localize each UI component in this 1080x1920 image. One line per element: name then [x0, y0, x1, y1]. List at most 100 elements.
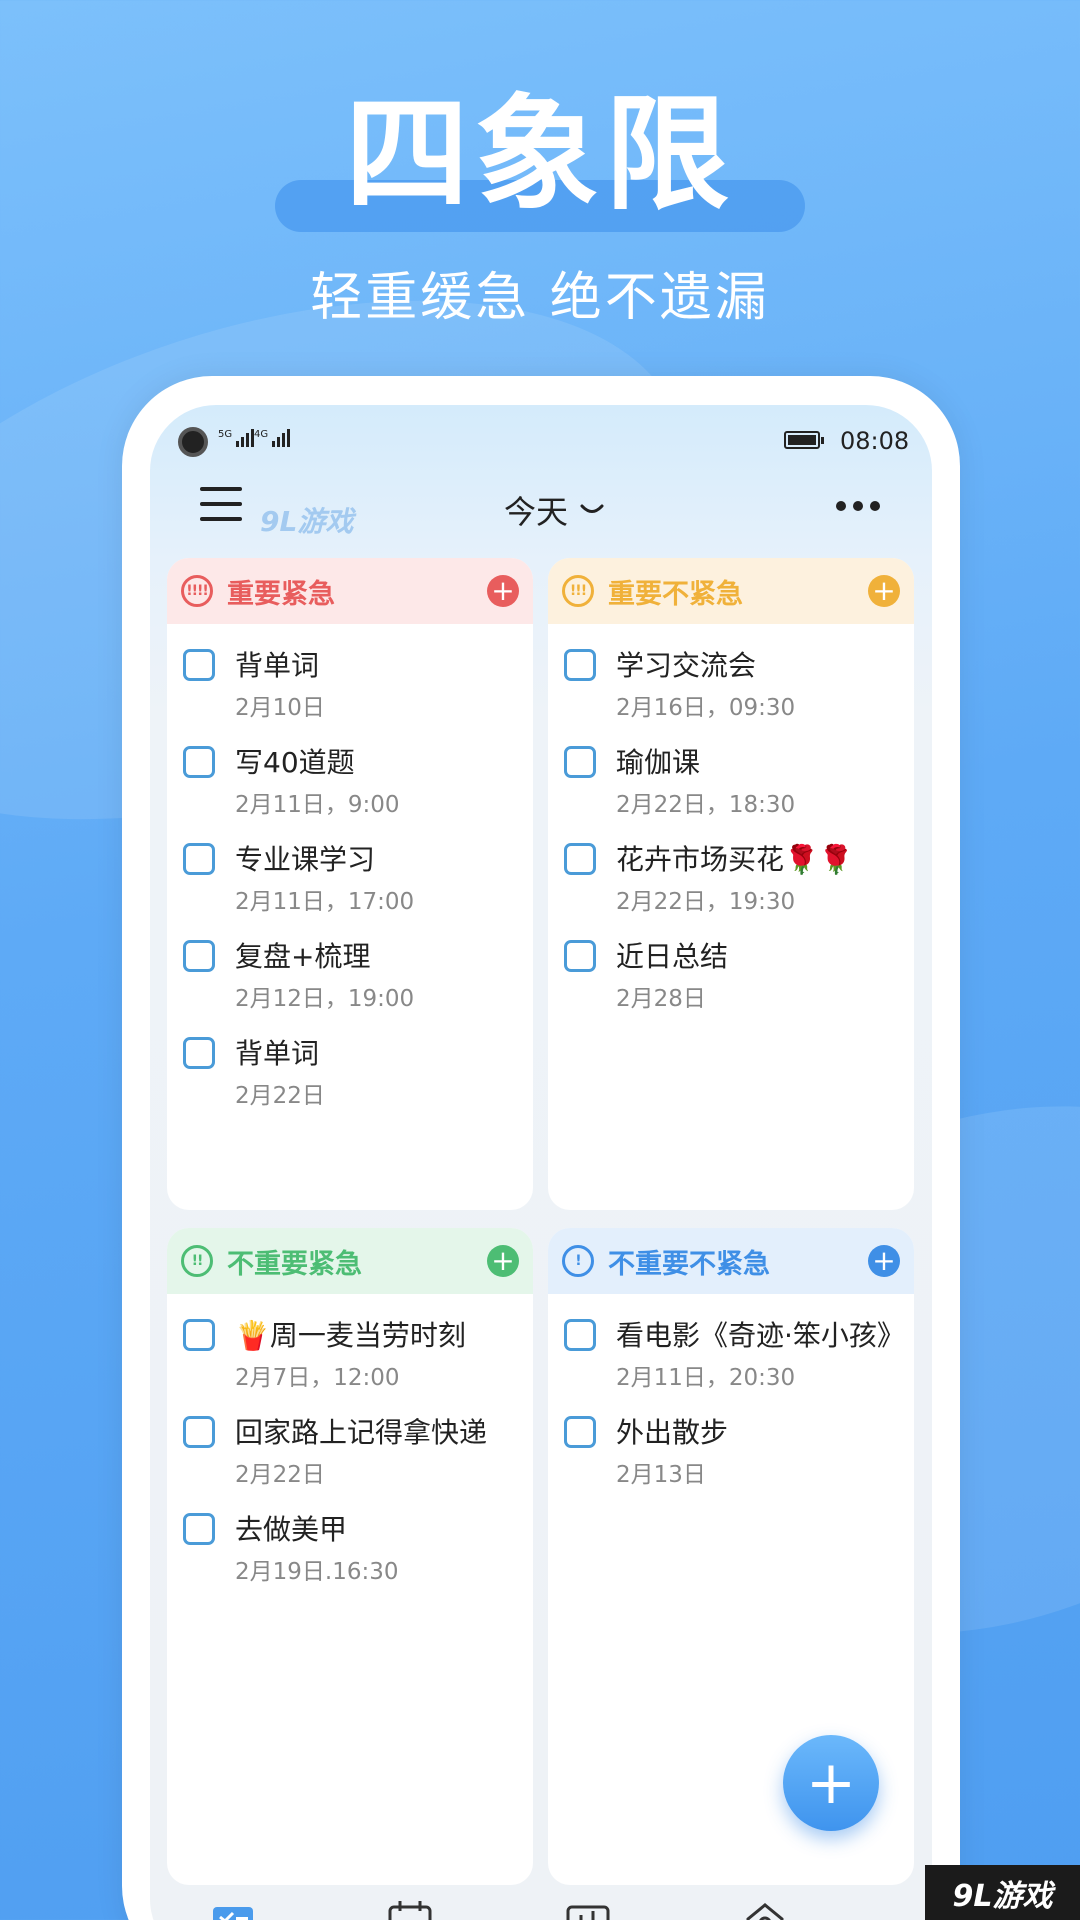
add-task-button[interactable]: + — [783, 1735, 879, 1831]
task-title: 背单词 — [235, 1037, 320, 1070]
task-date: 2月19日.16:30 — [235, 1559, 399, 1585]
task-checkbox[interactable] — [183, 1037, 215, 1069]
task-title: 学习交流会 — [616, 649, 757, 682]
quadrant-title: 不重要不紧急 — [608, 1248, 770, 1280]
task-date: 2月10日 — [235, 695, 325, 721]
task-checkbox[interactable] — [183, 843, 215, 875]
task-title: 去做美甲 — [235, 1513, 348, 1546]
add-task-icon[interactable]: + — [487, 575, 519, 607]
task-item[interactable]: 🍟周一麦当劳时刻 2月7日，12:00 — [167, 1298, 533, 1395]
bottom-navigation — [150, 1897, 932, 1920]
hamburger-menu-icon[interactable] — [200, 487, 242, 521]
task-checkbox[interactable] — [564, 843, 596, 875]
task-title: 花卉市场买花🌹🌹 — [616, 843, 854, 876]
promo-subtitle: 轻重缓急 绝不遗漏 — [310, 268, 770, 328]
view-selector[interactable]: 今天 — [504, 487, 604, 533]
task-list: 背单词 2月10日写40道题 2月11日，9:00 专业课学习 2月11日，17:00 复… — [167, 624, 533, 1113]
priority-icon: ! — [562, 1245, 594, 1277]
task-date: 2月11日，20:30 — [616, 1365, 796, 1391]
task-date: 2月22日，19:30 — [616, 889, 796, 915]
quadrant-not-important-urgent: !! 不重要紧急 + 🍟周一麦当劳时刻 2月7日，12:00 回家路上记得拿快递 2月22日… — [167, 1228, 533, 1885]
corner-watermark: 9L游戏 — [925, 1865, 1080, 1920]
status-time: 08:08 — [840, 427, 910, 455]
quadrant-important-urgent: !!!! 重要紧急 + 背单词 2月10日写40道题 2月11日，9:00 专业课学习 2月1… — [167, 558, 533, 1210]
task-checkbox[interactable] — [183, 1513, 215, 1545]
promo-title: 四象限 — [344, 83, 735, 227]
task-date: 2月11日，17:00 — [235, 889, 415, 915]
task-title: 背单词 — [235, 649, 320, 682]
priority-icon: !! — [181, 1245, 213, 1277]
priority-icon: !!! — [562, 575, 594, 607]
task-date: 2月16日，09:30 — [616, 695, 796, 721]
task-title: 外出散步 — [616, 1416, 729, 1449]
task-title: 看电影《奇迹·笨小孩》 — [616, 1319, 905, 1352]
task-list: 🍟周一麦当劳时刻 2月7日，12:00 回家路上记得拿快递 2月22日去做美甲 2月19… — [167, 1294, 533, 1589]
task-date: 2月22日 — [235, 1083, 325, 1109]
task-checkbox[interactable] — [564, 746, 596, 778]
tab-profile-icon[interactable] — [740, 1897, 790, 1920]
task-item[interactable]: 近日总结 2月28日 — [548, 919, 914, 1016]
task-checkbox[interactable] — [183, 940, 215, 972]
task-item[interactable]: 瑜伽课 2月22日，18:30 — [548, 725, 914, 822]
task-date: 2月11日，9:00 — [235, 792, 400, 818]
task-date: 2月22日，18:30 — [616, 792, 796, 818]
task-title: 近日总结 — [616, 940, 729, 973]
chevron-down-icon — [580, 504, 604, 513]
task-item[interactable]: 背单词 2月22日 — [167, 1016, 533, 1113]
phone-screen: 5G 4G 08:08 9L游戏 今天 !!!! 重要紧急 + 背单词 2月10日写40… — [150, 405, 932, 1920]
task-title: 瑜伽课 — [616, 746, 701, 779]
task-date: 2月28日 — [616, 986, 706, 1012]
task-item[interactable]: 复盘+梳理 2月12日，19:00 — [167, 919, 533, 1016]
task-list: 看电影《奇迹·笨小孩》 2月11日，20:30 外出散步 2月13日 — [548, 1294, 914, 1492]
promo-header: 四象限 — [0, 80, 1080, 240]
tab-quadrant-icon[interactable] — [208, 1897, 258, 1920]
task-checkbox[interactable] — [183, 746, 215, 778]
view-selector-label: 今天 — [504, 493, 569, 531]
task-item[interactable]: 学习交流会 2月16日，09:30 — [548, 628, 914, 725]
more-dots-icon[interactable] — [836, 501, 880, 511]
task-checkbox[interactable] — [183, 1416, 215, 1448]
signal-icon: 5G — [218, 429, 255, 447]
task-date: 2月22日 — [235, 1462, 325, 1488]
task-item[interactable]: 回家路上记得拿快递 2月22日 — [167, 1395, 533, 1492]
task-item[interactable]: 看电影《奇迹·笨小孩》 2月11日，20:30 — [548, 1298, 914, 1395]
quadrant-title: 重要不紧急 — [608, 578, 743, 610]
status-bar: 5G 4G 08:08 — [150, 405, 932, 475]
add-task-icon[interactable]: + — [868, 575, 900, 607]
watermark-logo: 9L游戏 — [260, 505, 354, 538]
priority-icon: !!!! — [181, 575, 213, 607]
task-checkbox[interactable] — [564, 1319, 596, 1351]
task-date: 2月12日，19:00 — [235, 986, 415, 1012]
task-title: 复盘+梳理 — [235, 940, 371, 973]
quadrant-important-not-urgent: !!! 重要不紧急 + 学习交流会 2月16日，09:30 瑜伽课 2月22日，18:30 花… — [548, 558, 914, 1210]
task-item[interactable]: 外出散步 2月13日 — [548, 1395, 914, 1492]
task-title: 专业课学习 — [235, 843, 376, 876]
signal-icon: 4G — [254, 429, 291, 447]
task-checkbox[interactable] — [183, 649, 215, 681]
quadrant-header: !!! 重要不紧急 + — [548, 558, 914, 624]
quadrant-title: 重要紧急 — [227, 578, 335, 610]
task-title: 🍟周一麦当劳时刻 — [235, 1319, 466, 1352]
task-checkbox[interactable] — [183, 1319, 215, 1351]
task-checkbox[interactable] — [564, 1416, 596, 1448]
quadrant-header: !! 不重要紧急 + — [167, 1228, 533, 1294]
tab-calendar-icon[interactable] — [385, 1897, 435, 1920]
task-title: 写40道题 — [235, 746, 355, 779]
tab-stats-icon[interactable] — [563, 1897, 613, 1920]
task-title: 回家路上记得拿快递 — [235, 1416, 488, 1449]
task-item[interactable]: 背单词 2月10日 — [167, 628, 533, 725]
quadrant-header: ! 不重要不紧急 + — [548, 1228, 914, 1294]
add-task-icon[interactable]: + — [868, 1245, 900, 1277]
task-date: 2月7日，12:00 — [235, 1365, 400, 1391]
task-item[interactable]: 花卉市场买花🌹🌹 2月22日，19:30 — [548, 822, 914, 919]
task-item[interactable]: 专业课学习 2月11日，17:00 — [167, 822, 533, 919]
quadrant-title: 不重要紧急 — [227, 1248, 362, 1280]
task-checkbox[interactable] — [564, 940, 596, 972]
quadrant-header: !!!! 重要紧急 + — [167, 558, 533, 624]
task-item[interactable]: 去做美甲 2月19日.16:30 — [167, 1492, 533, 1589]
task-list: 学习交流会 2月16日，09:30 瑜伽课 2月22日，18:30 花卉市场买花🌹🌹 2月… — [548, 624, 914, 1016]
add-task-icon[interactable]: + — [487, 1245, 519, 1277]
task-item[interactable]: 写40道题 2月11日，9:00 — [167, 725, 533, 822]
task-checkbox[interactable] — [564, 649, 596, 681]
front-camera — [178, 427, 208, 457]
